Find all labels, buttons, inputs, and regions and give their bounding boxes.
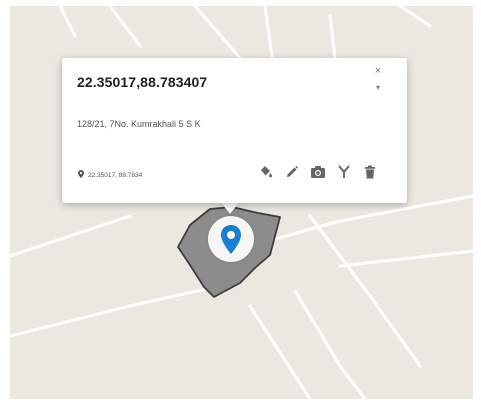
trash-icon[interactable] — [362, 164, 378, 180]
close-icon[interactable]: × — [375, 66, 381, 77]
pencil-icon[interactable] — [284, 164, 300, 180]
map-marker-icon[interactable] — [219, 224, 243, 256]
popup-controls: × ▾ — [369, 66, 387, 100]
coords-text: 22.35017, 88.7834 — [88, 171, 143, 179]
fork-icon[interactable] — [336, 164, 352, 180]
camera-icon[interactable] — [310, 164, 326, 180]
popup-title: 22.35017,88.783407 — [77, 74, 208, 90]
popup-address: 128/21, 7No. Kumrakhali 5 S K — [77, 119, 201, 129]
location-pin-icon — [78, 170, 84, 180]
popup-coords: 22.35017, 88.7834 — [78, 170, 142, 180]
popup-actions — [258, 164, 378, 180]
chevron-down-icon[interactable]: ▾ — [376, 83, 380, 92]
paint-bucket-icon[interactable] — [258, 164, 274, 180]
info-popup: 22.35017,88.783407 × ▾ 128/21, 7No. Kumr… — [62, 58, 407, 203]
